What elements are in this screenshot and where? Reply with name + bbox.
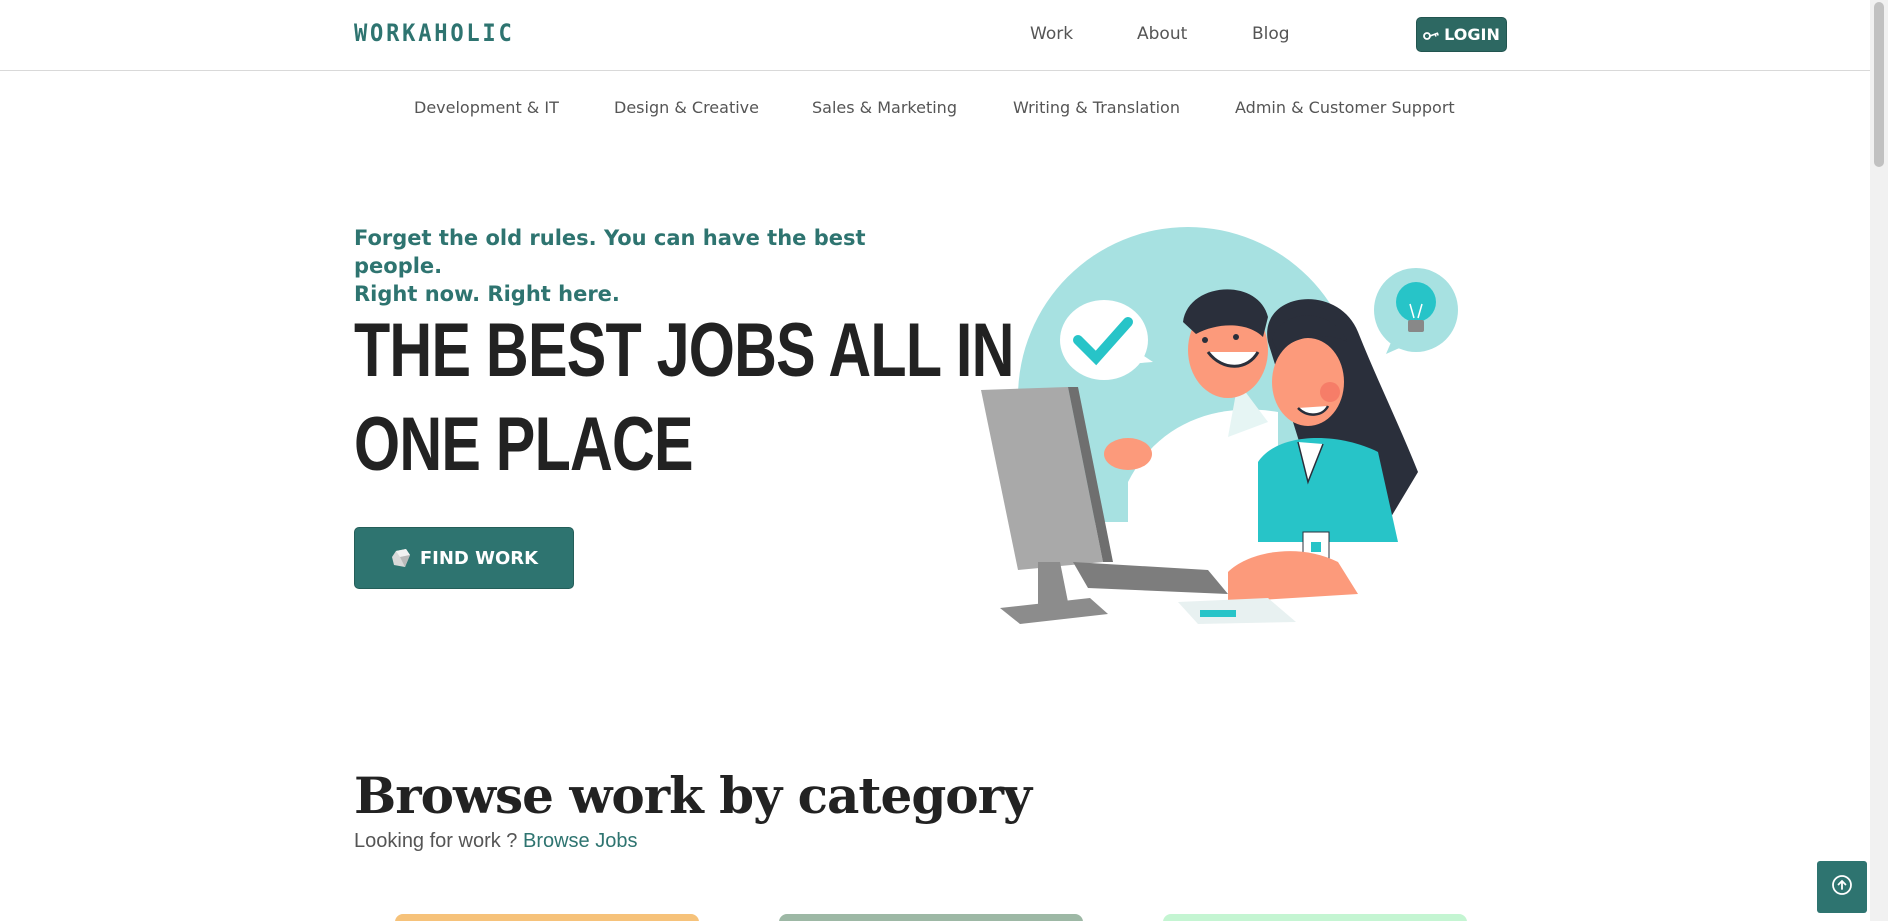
lightbulb-bubble-icon (1374, 268, 1458, 354)
browse-title: Browse work by category (354, 766, 1032, 825)
category-card-2[interactable] (779, 914, 1083, 921)
category-card-3[interactable] (1163, 914, 1467, 921)
category-design-creative[interactable]: Design & Creative (614, 98, 759, 117)
scroll-to-top-button[interactable] (1817, 861, 1867, 913)
browse-subtitle-text: Looking for work ? (354, 830, 518, 852)
category-admin-support[interactable]: Admin & Customer Support (1235, 98, 1455, 117)
find-work-button[interactable]: FIND WORK (354, 527, 574, 589)
nav-link-work[interactable]: Work (1030, 24, 1073, 44)
headline-line-2: ONE PLACE (354, 402, 694, 487)
gem-icon (390, 547, 412, 569)
brand-logo[interactable]: WORKAHOLIC (354, 19, 515, 47)
headline-line-1: THE BEST JOBS ALL IN (354, 308, 1014, 393)
scrollbar-thumb[interactable] (1874, 2, 1884, 167)
browse-subtitle: Looking for work ? Browse Jobs (354, 830, 637, 853)
top-navbar: WORKAHOLIC Work About Blog LOGIN (0, 0, 1870, 71)
category-writing-translation[interactable]: Writing & Translation (1013, 98, 1180, 117)
login-button[interactable]: LOGIN (1416, 17, 1507, 52)
nav-link-about[interactable]: About (1137, 24, 1187, 44)
find-work-label: FIND WORK (419, 547, 539, 569)
page-scrollbar[interactable] (1870, 0, 1888, 921)
hero-headline: THE BEST JOBS ALL IN ONE PLACE (354, 304, 1014, 492)
hero-tagline: Forget the old rules. You can have the b… (354, 224, 954, 308)
nav-link-blog[interactable]: Blog (1252, 24, 1290, 44)
hero-illustration (978, 222, 1458, 628)
tagline-line-1: Forget the old rules. You can have the b… (354, 226, 866, 278)
browse-jobs-link[interactable]: Browse Jobs (523, 830, 638, 852)
key-icon (1423, 29, 1439, 41)
category-development-it[interactable]: Development & IT (414, 98, 559, 117)
login-label: LOGIN (1444, 25, 1500, 44)
category-sales-marketing[interactable]: Sales & Marketing (812, 98, 957, 117)
arrow-up-circle-icon (1831, 874, 1853, 900)
category-card-1[interactable] (395, 914, 699, 921)
